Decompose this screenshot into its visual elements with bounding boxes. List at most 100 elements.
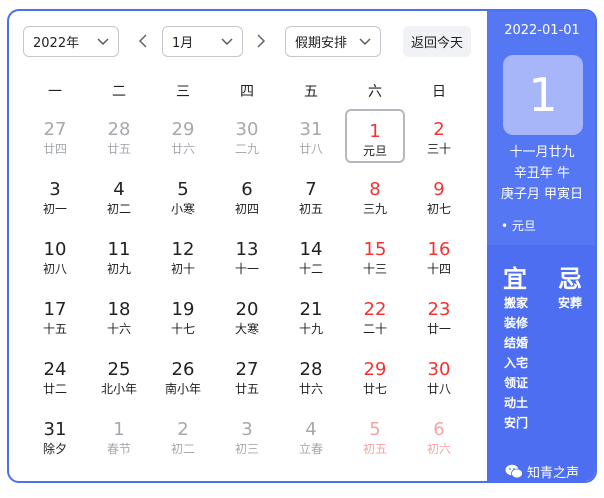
day-cell[interactable]: 23 廿一 [409,289,469,343]
day-cell[interactable]: 30 二九 [217,109,277,163]
day-cell[interactable]: 16 十四 [409,229,469,283]
day-number: 14 [299,239,323,260]
day-lunar-label: 廿六 [170,142,195,156]
chevron-down-icon [359,38,371,45]
day-cell[interactable]: 8 三九 [345,169,405,223]
day-number: 13 [235,239,259,260]
weekday-label: 五 [304,84,318,100]
calendar-panel: 2022年 1月 假期安排 返回今天 一 二 三 四 五 六 日 27 廿四 28 [9,11,487,481]
chevron-down-icon [97,38,109,45]
day-cell[interactable]: 30 廿八 [409,349,469,403]
day-cell[interactable]: 20 大寒 [217,289,277,343]
month-day-ganzhi: 庚子月 甲寅日 [500,187,584,202]
holiday-select-value: 假期安排 [295,36,348,51]
day-number: 20 [235,299,259,320]
day-number: 8 [369,179,381,200]
weekday-label: 四 [240,84,254,100]
day-cell[interactable]: 6 初六 [409,409,469,463]
back-to-today-button[interactable]: 返回今天 [403,26,471,57]
day-cell[interactable]: 24 廿二 [25,349,85,403]
day-number: 19 [171,299,195,320]
calendar-widget: 2022年 1月 假期安排 返回今天 一 二 三 四 五 六 日 27 廿四 28 [7,9,597,483]
day-lunar-label: 二九 [234,142,259,156]
day-lunar-label: 南小年 [164,382,201,396]
day-lunar-label: 二十 [362,322,387,336]
ji-list: 安葬 [558,293,582,313]
day-number: 3 [49,179,61,200]
weekday-label: 六 [368,84,382,100]
yi-item: 入宅 [504,356,529,370]
festival-label: • 元旦 [501,219,536,233]
day-lunar-label: 小寒 [170,202,195,216]
day-lunar-label: 北小年 [100,382,137,396]
day-cell[interactable]: 13 十一 [217,229,277,283]
day-cell[interactable]: 28 廿六 [281,349,341,403]
day-number: 28 [299,359,323,380]
day-cell[interactable]: 25 北小年 [89,349,149,403]
day-lunar-label: 十九 [298,322,323,336]
day-cell[interactable]: 21 十九 [281,289,341,343]
wechat-icon [505,464,523,478]
day-number: 1 [369,121,381,142]
day-cell[interactable]: 22 二十 [345,289,405,343]
day-lunar-label: 廿四 [42,142,67,156]
day-number: 12 [171,239,195,260]
day-lunar-label: 廿六 [298,382,323,396]
day-lunar-label: 十三 [362,262,387,276]
yi-item: 搬家 [504,296,529,310]
day-cell[interactable]: 19 十七 [153,289,213,343]
year-select[interactable]: 2022年 [23,26,119,57]
day-number: 6 [433,419,445,440]
day-cell[interactable]: 27 廿四 [25,109,85,163]
day-number: 5 [177,179,189,200]
day-cell[interactable]: 26 南小年 [153,349,213,403]
day-number: 2 [433,119,445,140]
day-cell[interactable]: 28 廿五 [89,109,149,163]
day-cell[interactable]: 12 初十 [153,229,213,283]
month-select[interactable]: 1月 [162,26,243,57]
day-cell[interactable]: 18 十六 [89,289,149,343]
day-cell[interactable]: 1 春节 [89,409,149,463]
day-cell[interactable]: 29 廿七 [345,349,405,403]
day-cell[interactable]: 5 初五 [345,409,405,463]
watermark-text: 知青之声 [526,465,579,481]
day-cell[interactable]: 4 初二 [89,169,149,223]
day-cell[interactable]: 14 十二 [281,229,341,283]
day-cell[interactable]: 7 初五 [281,169,341,223]
day-cell[interactable]: 27 廿五 [217,349,277,403]
holiday-select[interactable]: 假期安排 [285,26,381,57]
yi-heading: 宜 [503,265,527,293]
day-cell[interactable]: 31 廿八 [281,109,341,163]
day-cell[interactable]: 10 初八 [25,229,85,283]
day-cell[interactable]: 3 初一 [25,169,85,223]
day-lunar-label: 三九 [362,202,387,216]
day-cell[interactable]: 17 十五 [25,289,85,343]
day-cell[interactable]: 9 初七 [409,169,469,223]
day-lunar-label: 十五 [42,322,67,336]
day-lunar-label: 初四 [234,202,259,216]
lunar-date: 十一月廿九 [509,145,575,160]
day-lunar-label: 廿八 [298,142,323,156]
day-lunar-label: 十二 [298,262,323,276]
day-number: 11 [107,239,131,260]
day-number: 26 [171,359,195,380]
day-lunar-label: 三十 [426,142,451,156]
day-number: 29 [363,359,387,380]
day-cell[interactable]: 29 廿六 [153,109,213,163]
day-cell[interactable]: 31 除夕 [25,409,85,463]
day-cell[interactable]: 4 立春 [281,409,341,463]
day-cell[interactable]: 15 十三 [345,229,405,283]
day-cell[interactable]: 2 初二 [153,409,213,463]
next-month-icon[interactable] [253,33,269,49]
day-number: 3 [241,419,253,440]
day-number: 31 [299,119,323,140]
prev-month-icon[interactable] [135,33,151,49]
day-cell[interactable]: 2 三十 [409,109,469,163]
day-cell-selected[interactable]: 1 元旦 [345,109,405,163]
day-lunar-label: 春节 [106,442,131,456]
day-cell[interactable]: 11 初九 [89,229,149,283]
day-cell[interactable]: 3 初三 [217,409,277,463]
day-cell[interactable]: 6 初四 [217,169,277,223]
day-number: 17 [43,299,67,320]
day-cell[interactable]: 5 小寒 [153,169,213,223]
